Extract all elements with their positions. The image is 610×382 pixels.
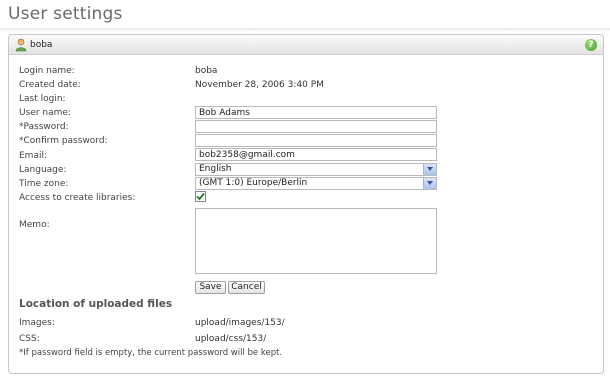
email-input[interactable] <box>195 148 437 161</box>
time-zone-select[interactable]: (GMT 1:0) Europe/Berlin <box>195 177 437 190</box>
login-name-label: Login name: <box>19 66 75 76</box>
access-libraries-checkbox[interactable] <box>195 191 206 202</box>
user-name-label: User name: <box>19 108 71 118</box>
time-zone-selected-value: (GMT 1:0) Europe/Berlin <box>199 178 308 188</box>
access-libraries-label: Access to create libraries: <box>19 193 136 203</box>
password-label: *Password: <box>19 122 69 132</box>
css-label: CSS: <box>19 334 40 344</box>
time-zone-label: Time zone: <box>19 179 69 189</box>
css-path: upload/css/153/ <box>195 334 267 344</box>
title-divider <box>0 28 610 32</box>
language-label: Language: <box>19 165 67 175</box>
password-input[interactable] <box>195 120 437 133</box>
language-select[interactable]: English <box>195 163 437 176</box>
created-date-label: Created date: <box>19 80 81 90</box>
user-name-input[interactable] <box>195 106 437 119</box>
confirm-password-input[interactable] <box>195 134 437 147</box>
help-icon[interactable]: ? <box>585 39 597 51</box>
save-button[interactable]: Save <box>195 281 226 294</box>
language-selected-value: English <box>199 164 232 174</box>
email-label: Email: <box>19 151 48 161</box>
cancel-button[interactable]: Cancel <box>228 281 265 294</box>
checkmark-icon <box>196 192 205 201</box>
panel-header: boba ? <box>9 35 603 55</box>
created-date-value: November 28, 2006 3:40 PM <box>195 80 324 90</box>
chevron-down-icon[interactable] <box>423 164 436 175</box>
panel-username: boba <box>30 40 53 50</box>
uploads-section-title: Location of uploaded files <box>19 298 173 310</box>
user-icon <box>15 38 27 52</box>
confirm-password-label: *Confirm password: <box>19 136 108 146</box>
page-title: User settings <box>8 4 123 24</box>
memo-label: Memo: <box>19 220 50 230</box>
memo-textarea[interactable] <box>195 208 437 274</box>
password-note: *If password field is empty, the current… <box>19 348 283 358</box>
images-path: upload/images/153/ <box>195 318 285 328</box>
images-label: Images: <box>19 318 55 328</box>
last-login-label: Last login: <box>19 94 66 104</box>
chevron-down-icon[interactable] <box>423 178 436 189</box>
login-name-value: boba <box>195 66 218 76</box>
user-settings-panel: boba ? Login name: boba Created date: No… <box>8 34 604 374</box>
